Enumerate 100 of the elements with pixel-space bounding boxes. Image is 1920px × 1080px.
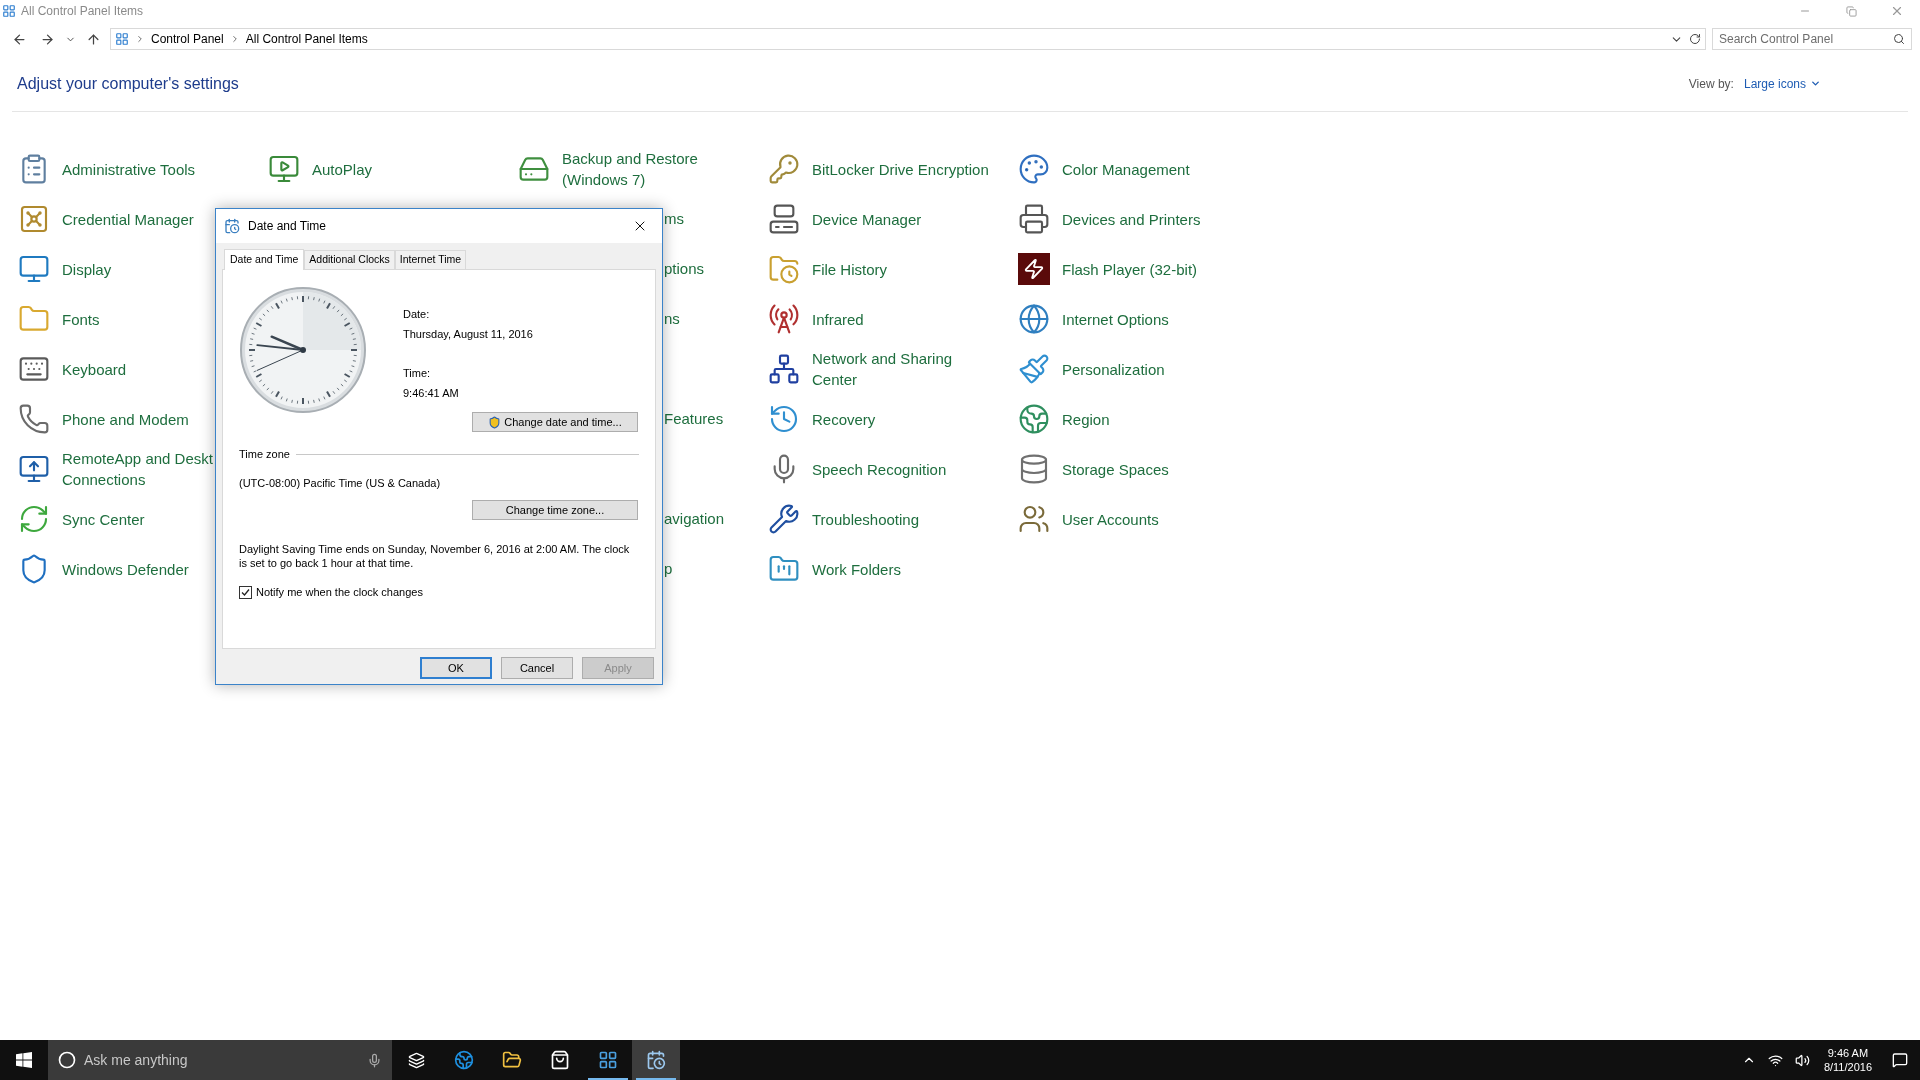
control-panel-link[interactable]: RemoteApp and Deskt Connections: [62, 448, 213, 490]
phone-icon: [18, 403, 50, 435]
monitor-icon: [18, 253, 50, 285]
breadcrumb-chevron-icon[interactable]: [135, 34, 145, 44]
palette-icon: [1018, 153, 1050, 185]
globe-icon: [1018, 303, 1050, 335]
control-panel-link[interactable]: Network and Sharing Center: [812, 348, 953, 390]
control-panel-link[interactable]: Speech Recognition: [812, 458, 947, 480]
change-time-zone-button[interactable]: Change time zone...: [472, 500, 638, 520]
earth-icon: [1018, 403, 1050, 435]
close-icon: [1890, 4, 1904, 18]
refresh-icon[interactable]: [1689, 33, 1701, 45]
shield-icon: [488, 415, 502, 429]
control-panel-link[interactable]: Windows Defender: [62, 558, 189, 580]
control-panel-link[interactable]: Flash Player (32-bit): [1062, 258, 1198, 280]
chevron-down-icon: [1810, 78, 1821, 89]
control-panel-link[interactable]: Credential Manager: [62, 208, 194, 230]
control-panel-link[interactable]: BitLocker Drive Encryption: [812, 158, 989, 180]
page-heading: Adjust your computer's settings: [17, 73, 239, 94]
change-date-time-button[interactable]: Change date and time...: [472, 412, 638, 432]
control-panel-link[interactable]: Internet Options: [1062, 308, 1169, 330]
dst-note: Daylight Saving Time ends on Sunday, November 6, 2016 at 2:00 AM. The clock is set to go back 1 hour at that time.: [239, 542, 631, 570]
control-panel-link[interactable]: Keyboard: [62, 358, 127, 380]
control-panel-link[interactable]: Storage Spaces: [1062, 458, 1169, 480]
control-panel-link[interactable]: Features: [664, 407, 724, 431]
volume-icon[interactable]: [1794, 1052, 1810, 1068]
control-panel-link[interactable]: Fonts: [62, 308, 100, 330]
control-panel-link[interactable]: Troubleshooting: [812, 508, 919, 530]
control-panel-link[interactable]: Display: [62, 258, 112, 280]
search-field[interactable]: Search Control Panel: [1712, 28, 1912, 50]
address-field[interactable]: Control Panel All Control Panel Items: [110, 28, 1706, 50]
control-panel-link[interactable]: ms: [664, 207, 684, 231]
restore-icon: [1845, 5, 1857, 17]
sync-icon: [18, 503, 50, 535]
dialog-button[interactable]: Cancel: [501, 657, 573, 679]
control-panel-link[interactable]: p: [664, 557, 673, 581]
paintbrush-icon: [1018, 353, 1050, 385]
network-icon: [768, 353, 800, 385]
dialog-tab[interactable]: Date and Time: [224, 249, 305, 270]
control-panel-link[interactable]: ptions: [664, 257, 705, 281]
calendar-clock-icon: [646, 1050, 666, 1070]
dialog-title: Date and Time: [248, 218, 328, 235]
browser-icon: [454, 1050, 474, 1070]
search-icon: [1893, 33, 1905, 45]
dialog-tab[interactable]: Internet Time: [394, 250, 467, 269]
control-panel-icon: [2, 4, 16, 18]
taskbar-app-button[interactable]: [632, 1040, 680, 1080]
control-panel-link[interactable]: Region: [1062, 408, 1110, 430]
control-panel-link[interactable]: avigation: [664, 507, 725, 531]
forward-arrow-icon: [39, 31, 55, 47]
view-by-dropdown[interactable]: Large icons: [1743, 74, 1821, 93]
notify-checkbox[interactable]: [239, 585, 252, 599]
notify-label: Notify me when the clock changes: [256, 585, 423, 600]
time-value: 9:46:41 AM: [403, 385, 460, 401]
taskbar-date[interactable]: 8/11/2016: [1823, 1060, 1872, 1074]
key-icon: [768, 153, 800, 185]
control-panel-link[interactable]: ns: [664, 307, 680, 331]
windows-logo-icon: [16, 1052, 32, 1068]
control-panel-link[interactable]: Phone and Modem: [62, 408, 189, 430]
task-view-icon: [407, 1051, 425, 1069]
action-center-icon[interactable]: [1892, 1052, 1908, 1068]
control-panel-link[interactable]: Recovery: [812, 408, 876, 430]
control-panel-link[interactable]: Work Folders: [812, 558, 901, 580]
search-placeholder: Ask me anything: [84, 1050, 189, 1070]
control-panel-link[interactable]: Color Management: [1062, 158, 1190, 180]
control-panel-link[interactable]: Backup and Restore (Windows 7): [562, 148, 698, 190]
taskbar-time[interactable]: 9:46 AM: [1827, 1046, 1869, 1060]
control-panel-link[interactable]: Administrative Tools: [62, 158, 196, 180]
safe-icon: [18, 203, 50, 235]
date-label: Date:: [403, 307, 431, 322]
search-placeholder: Search Control Panel: [1719, 31, 1835, 48]
control-panel-link[interactable]: File History: [812, 258, 887, 280]
monitor-play-icon: [268, 153, 300, 185]
control-panel-icon: [115, 32, 129, 46]
control-panel-link[interactable]: Infrared: [812, 308, 864, 330]
radio-tower-icon: [768, 303, 800, 335]
control-panel-link[interactable]: User Accounts: [1062, 508, 1159, 530]
taskbar-search-box[interactable]: Ask me anything: [48, 1040, 392, 1080]
control-panel-icon: [598, 1050, 618, 1070]
view-by-label: View by:: [1688, 75, 1734, 93]
folder-clock-icon: [768, 253, 800, 285]
control-panel-link[interactable]: Device Manager: [812, 208, 922, 230]
network-icon[interactable]: [1767, 1052, 1783, 1068]
breadcrumb[interactable]: Control Panel: [151, 30, 224, 48]
dialog-button[interactable]: OK: [420, 657, 492, 679]
shopping-bag-icon: [550, 1050, 570, 1070]
cortana-icon: [58, 1051, 76, 1069]
history-icon: [768, 403, 800, 435]
control-panel-link[interactable]: AutoPlay: [312, 158, 373, 180]
dialog-tab[interactable]: Additional Clocks: [304, 250, 395, 269]
printer-icon: [1018, 203, 1050, 235]
control-panel-link[interactable]: Devices and Printers: [1062, 208, 1201, 230]
wrench-icon: [768, 503, 800, 535]
control-panel-link[interactable]: Sync Center: [62, 508, 145, 530]
database-icon: [1018, 453, 1050, 485]
time-label: Time:: [403, 366, 432, 381]
control-panel-link[interactable]: Personalization: [1062, 358, 1165, 380]
window-title: All Control Panel Items: [21, 3, 144, 20]
folder-icon: [502, 1050, 522, 1070]
breadcrumb[interactable]: All Control Panel Items: [245, 30, 368, 48]
